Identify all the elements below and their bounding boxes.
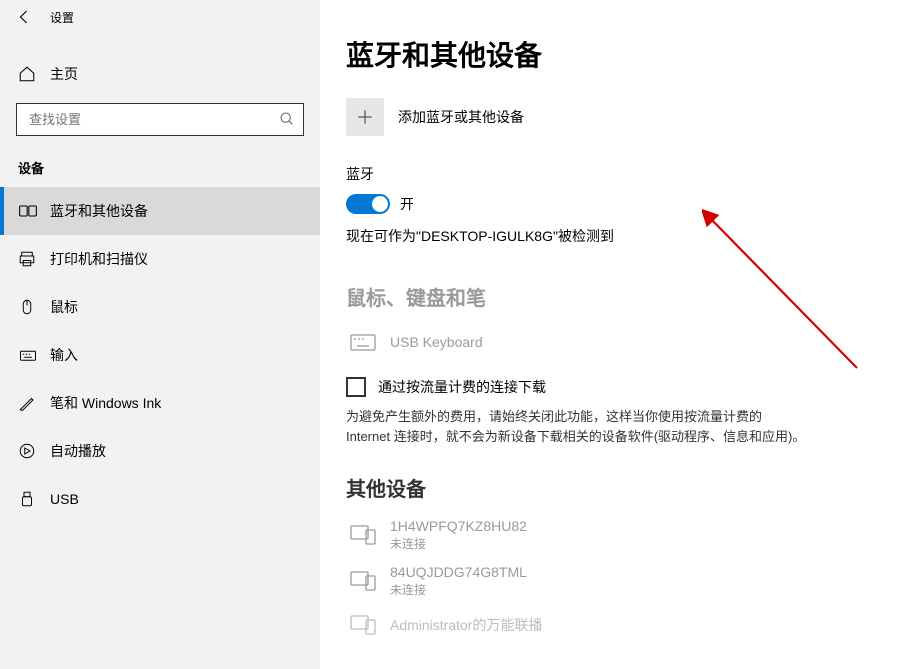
bluetooth-devices-icon	[18, 201, 40, 221]
group-heading-input: 鼠标、键盘和笔	[346, 282, 868, 311]
usb-icon	[18, 490, 40, 508]
metered-checkbox-label: 通过按流量计费的连接下载	[378, 377, 546, 397]
printer-icon	[18, 250, 40, 268]
search-box[interactable]	[16, 103, 304, 136]
sidebar-item-usb[interactable]: USB	[0, 475, 320, 523]
autoplay-icon	[18, 442, 40, 460]
add-device-label: 添加蓝牙或其他设备	[398, 107, 524, 127]
device-status: 未连接	[390, 581, 527, 598]
sidebar-item-label: 打印机和扫描仪	[50, 249, 148, 269]
device-generic-icon	[346, 566, 380, 596]
sidebar-item-autoplay[interactable]: 自动播放	[0, 427, 320, 475]
back-arrow-icon	[16, 8, 34, 26]
device-name: USB Keyboard	[390, 334, 483, 350]
sidebar-item-typing[interactable]: 输入	[0, 331, 320, 379]
device-name: 84UQJDDG74G8TML	[390, 564, 527, 580]
bluetooth-section-label: 蓝牙	[346, 164, 868, 184]
plus-icon	[355, 107, 375, 127]
mouse-icon	[18, 298, 40, 316]
keyboard-icon	[18, 346, 40, 364]
sidebar-category-label: 设备	[0, 136, 320, 187]
toggle-state-label: 开	[400, 194, 414, 214]
page-title: 蓝牙和其他设备	[346, 34, 868, 74]
sidebar-item-label: 主页	[50, 64, 78, 84]
sidebar-item-label: 自动播放	[50, 441, 106, 461]
bluetooth-toggle-row: 开	[346, 194, 868, 214]
group-heading-other: 其他设备	[346, 473, 868, 502]
sidebar-item-label: 笔和 Windows Ink	[50, 393, 161, 413]
sidebar-item-pen[interactable]: 笔和 Windows Ink	[0, 379, 320, 427]
sidebar-item-label: 蓝牙和其他设备	[50, 201, 148, 221]
sidebar-item-printers[interactable]: 打印机和扫描仪	[0, 235, 320, 283]
sidebar-item-mouse[interactable]: 鼠标	[0, 283, 320, 331]
device-name: Administrator的万能联播	[390, 615, 542, 635]
device-row[interactable]: 1H4WPFQ7KZ8HU82 未连接	[346, 512, 868, 558]
device-info: Administrator的万能联播	[390, 615, 542, 635]
device-row[interactable]: 84UQJDDG74G8TML 未连接	[346, 558, 868, 604]
add-device-tile	[346, 98, 384, 136]
metered-checkbox-row[interactable]: 通过按流量计费的连接下载	[346, 377, 868, 397]
keyboard-device-icon	[346, 327, 380, 357]
metered-checkbox[interactable]	[346, 377, 366, 397]
device-status: 未连接	[390, 535, 527, 552]
device-generic-icon	[346, 610, 380, 640]
sidebar-item-label: 输入	[50, 345, 78, 365]
sidebar-item-home[interactable]: 主页	[0, 52, 320, 96]
add-device-row[interactable]: 添加蓝牙或其他设备	[346, 98, 868, 136]
sidebar-item-label: 鼠标	[50, 297, 78, 317]
bluetooth-toggle[interactable]	[346, 194, 390, 214]
home-icon	[18, 65, 40, 83]
sidebar-item-bluetooth[interactable]: 蓝牙和其他设备	[0, 187, 320, 235]
device-info: USB Keyboard	[390, 334, 483, 350]
search-input[interactable]	[17, 104, 303, 135]
device-info: 1H4WPFQ7KZ8HU82 未连接	[390, 518, 527, 552]
pen-icon	[18, 394, 40, 412]
search-container	[0, 96, 320, 136]
device-generic-icon	[346, 520, 380, 550]
sidebar-nav: 蓝牙和其他设备 打印机和扫描仪 鼠标 输入 笔和 Windows Ink	[0, 187, 320, 523]
toggle-knob	[372, 196, 388, 212]
back-button[interactable]	[8, 0, 42, 34]
bluetooth-discover-text: 现在可作为"DESKTOP-IGULK8G"被检测到	[346, 226, 868, 246]
device-info: 84UQJDDG74G8TML 未连接	[390, 564, 527, 598]
metered-hint-text: 为避免产生额外的费用，请始终关闭此功能，这样当你使用按流量计费的 Interne…	[346, 407, 806, 447]
sidebar-item-label: USB	[50, 491, 79, 507]
device-name: 1H4WPFQ7KZ8HU82	[390, 518, 527, 534]
settings-sidebar: 设置 主页 设备 蓝牙和其他设备 打印机和扫描仪	[0, 0, 320, 669]
titlebar-title: 设置	[50, 9, 74, 26]
device-row-keyboard[interactable]: USB Keyboard	[346, 321, 868, 363]
search-icon	[279, 111, 295, 127]
title-bar: 设置	[0, 0, 320, 34]
device-row[interactable]: Administrator的万能联播	[346, 604, 868, 646]
main-content: 蓝牙和其他设备 添加蓝牙或其他设备 蓝牙 开 现在可作为"DESKTOP-IGU…	[320, 0, 912, 669]
